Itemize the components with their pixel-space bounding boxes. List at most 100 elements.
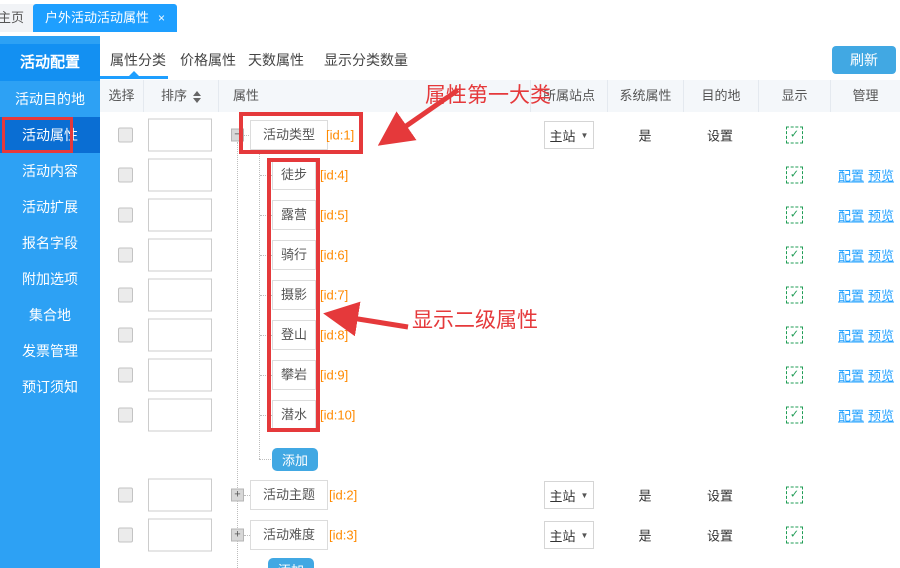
row-checkbox[interactable] — [118, 368, 133, 383]
config-link[interactable]: 配置 — [838, 366, 864, 385]
display-checked-icon[interactable]: ✓ — [786, 287, 803, 304]
close-icon[interactable]: × — [158, 4, 165, 32]
sidebar-item-signup-fields[interactable]: 报名字段 — [0, 225, 100, 261]
expand-icon[interactable]: + — [231, 489, 244, 502]
sidebar-item-extension[interactable]: 活动扩展 — [0, 189, 100, 225]
refresh-button[interactable]: 刷新 — [832, 46, 896, 74]
sidebar-item-booking-notice[interactable]: 预订须知 — [0, 369, 100, 405]
attribute-name-box[interactable]: 摄影 — [272, 280, 316, 310]
row-checkbox[interactable] — [118, 128, 133, 143]
chevron-down-icon: ▼ — [581, 531, 589, 540]
sidebar-item-invoice[interactable]: 发票管理 — [0, 333, 100, 369]
main-panel: 属性分类 价格属性 天数属性 显示分类数量 刷新 选择 排序 属性 所属站点 系… — [100, 36, 900, 568]
destination-setting[interactable]: 设置 — [690, 526, 750, 545]
row-checkbox[interactable] — [118, 408, 133, 423]
attribute-id: [id:7] — [320, 288, 348, 303]
destination-setting[interactable]: 设置 — [690, 486, 750, 505]
attribute-name-box[interactable]: 徒步 — [272, 160, 316, 190]
table-row: 摄影 [id:7] ✓ 配置 预览 — [100, 275, 900, 315]
collapse-icon[interactable]: − — [231, 129, 244, 142]
site-select[interactable]: 主站▼ — [544, 521, 594, 549]
sort-input[interactable] — [148, 119, 212, 152]
site-select[interactable]: 主站▼ — [544, 121, 594, 149]
attribute-id: [id:5] — [320, 208, 348, 223]
config-link[interactable]: 配置 — [838, 286, 864, 305]
attribute-name-box[interactable]: 潜水 — [272, 400, 316, 430]
attribute-name-box[interactable]: 登山 — [272, 320, 316, 350]
preview-link[interactable]: 预览 — [868, 286, 894, 305]
sort-input[interactable] — [148, 519, 212, 552]
active-tab-pointer — [129, 71, 139, 76]
sidebar-item-content[interactable]: 活动内容 — [0, 153, 100, 189]
attribute-id: [id:8] — [320, 328, 348, 343]
sort-input[interactable] — [148, 199, 212, 232]
tab-days-attribute[interactable]: 天数属性 — [248, 48, 304, 72]
add-root-button[interactable]: 添加 — [268, 558, 314, 568]
attribute-name-box[interactable]: 露营 — [272, 200, 316, 230]
tab-home-label: 主页 — [0, 10, 24, 25]
sort-input[interactable] — [148, 359, 212, 392]
col-sort: 排序 — [143, 80, 218, 112]
row-checkbox[interactable] — [118, 168, 133, 183]
destination-setting[interactable]: 设置 — [690, 126, 750, 145]
site-select[interactable]: 主站▼ — [544, 481, 594, 509]
sidebar-item-attributes[interactable]: 活动属性 — [0, 117, 100, 153]
display-checked-icon[interactable]: ✓ — [786, 367, 803, 384]
config-link[interactable]: 配置 — [838, 406, 864, 425]
row-checkbox[interactable] — [118, 328, 133, 343]
expand-icon[interactable]: + — [231, 529, 244, 542]
display-checked-icon[interactable]: ✓ — [786, 247, 803, 264]
row-checkbox[interactable] — [118, 528, 133, 543]
config-link[interactable]: 配置 — [838, 326, 864, 345]
table-row: 徒步 [id:4] ✓ 配置 预览 — [100, 155, 900, 195]
preview-link[interactable]: 预览 — [868, 366, 894, 385]
sort-icon[interactable] — [193, 91, 201, 103]
attribute-name-box[interactable]: 活动类型 — [250, 120, 328, 150]
preview-link[interactable]: 预览 — [868, 406, 894, 425]
tab-show-category-count[interactable]: 显示分类数量 — [324, 48, 408, 72]
attribute-id: [id:9] — [320, 368, 348, 383]
sort-input[interactable] — [148, 479, 212, 512]
preview-link[interactable]: 预览 — [868, 326, 894, 345]
screen: 主页 户外活动活动属性 × 活动配置 活动目的地 活动属性 活动内容 活动扩展 … — [0, 0, 900, 568]
attribute-name-box[interactable]: 活动主题 — [250, 480, 328, 510]
display-checked-icon[interactable]: ✓ — [786, 487, 803, 504]
display-checked-icon[interactable]: ✓ — [786, 167, 803, 184]
config-link[interactable]: 配置 — [838, 246, 864, 265]
display-checked-icon[interactable]: ✓ — [786, 127, 803, 144]
row-checkbox[interactable] — [118, 488, 133, 503]
display-checked-icon[interactable]: ✓ — [786, 207, 803, 224]
add-child-button[interactable]: 添加 — [272, 448, 318, 471]
preview-link[interactable]: 预览 — [868, 166, 894, 185]
sort-input[interactable] — [148, 279, 212, 312]
row-checkbox[interactable] — [118, 208, 133, 223]
sort-input[interactable] — [148, 159, 212, 192]
attribute-name-box[interactable]: 攀岩 — [272, 360, 316, 390]
system-attr-value: 是 — [615, 486, 675, 505]
preview-link[interactable]: 预览 — [868, 206, 894, 225]
attribute-id: [id:4] — [320, 168, 348, 183]
tab-active-label: 户外活动活动属性 — [45, 4, 149, 32]
attribute-name-box[interactable]: 活动难度 — [250, 520, 328, 550]
sort-input[interactable] — [148, 239, 212, 272]
display-checked-icon[interactable]: ✓ — [786, 527, 803, 544]
sidebar-item-extra-options[interactable]: 附加选项 — [0, 261, 100, 297]
attribute-name-box[interactable]: 骑行 — [272, 240, 316, 270]
sidebar-header-activity-config[interactable]: 活动配置 — [0, 44, 100, 81]
sidebar-item-destination[interactable]: 活动目的地 — [0, 81, 100, 117]
display-checked-icon[interactable]: ✓ — [786, 327, 803, 344]
sort-input[interactable] — [148, 319, 212, 352]
sort-input[interactable] — [148, 399, 212, 432]
config-link[interactable]: 配置 — [838, 206, 864, 225]
sidebar-item-meeting-point[interactable]: 集合地 — [0, 297, 100, 333]
row-checkbox[interactable] — [118, 248, 133, 263]
preview-link[interactable]: 预览 — [868, 246, 894, 265]
sidebar: 活动配置 活动目的地 活动属性 活动内容 活动扩展 报名字段 附加选项 集合地 … — [0, 36, 100, 568]
display-checked-icon[interactable]: ✓ — [786, 407, 803, 424]
tab-attribute-category[interactable]: 属性分类 — [110, 48, 166, 72]
tab-active-outdoor-attrs[interactable]: 户外活动活动属性 × — [33, 4, 177, 32]
tab-home[interactable]: 主页 — [0, 4, 36, 32]
tab-price-attribute[interactable]: 价格属性 — [180, 48, 236, 72]
row-checkbox[interactable] — [118, 288, 133, 303]
config-link[interactable]: 配置 — [838, 166, 864, 185]
